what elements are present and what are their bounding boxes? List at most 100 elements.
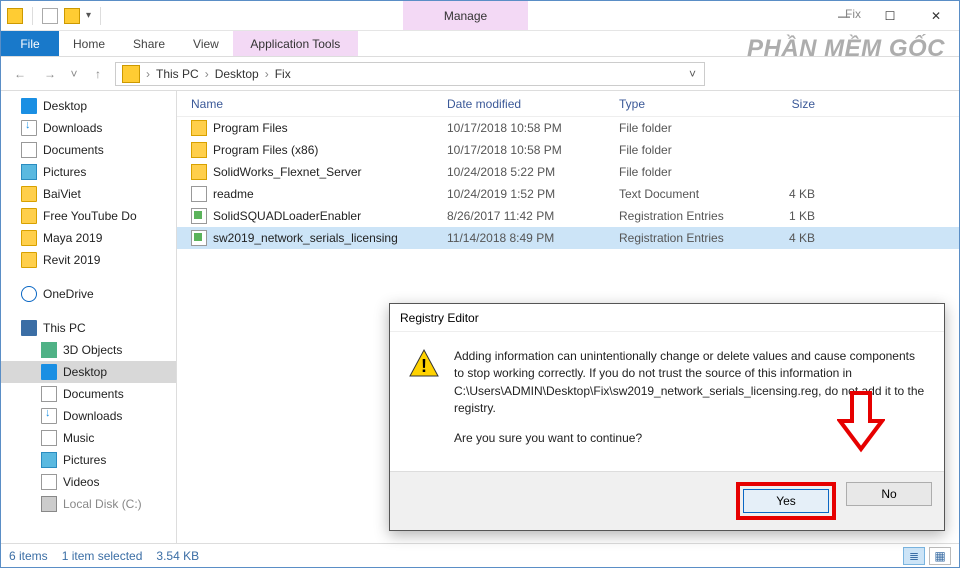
downloads-icon <box>21 120 37 136</box>
disk-icon <box>41 496 57 512</box>
breadcrumb-dropdown-icon[interactable]: ˅ <box>683 67 702 81</box>
tree-freeyt[interactable]: Free YouTube Do <box>1 205 176 227</box>
file-type: Text Document <box>605 187 733 201</box>
nav-tree: Desktop Downloads Documents Pictures Bai… <box>1 91 177 543</box>
column-date[interactable]: Date modified <box>433 97 605 111</box>
videos-icon <box>41 474 57 490</box>
file-type: Registration Entries <box>605 231 733 245</box>
tree-pictures-2[interactable]: Pictures <box>1 449 176 471</box>
file-date: 10/24/2019 1:52 PM <box>433 187 605 201</box>
breadcrumb-desktop[interactable]: Desktop <box>211 67 263 81</box>
dialog-buttons: Yes No <box>390 471 944 530</box>
file-row[interactable]: readme10/24/2019 1:52 PMText Document4 K… <box>177 183 959 205</box>
close-button[interactable]: ✕ <box>913 1 959 31</box>
tree-maya[interactable]: Maya 2019 <box>1 227 176 249</box>
qat-customize-icon[interactable]: ▾ <box>86 10 91 21</box>
context-group-label: Manage <box>444 9 487 23</box>
tree-onedrive[interactable]: OneDrive <box>1 283 176 305</box>
status-item-count: 6 items <box>9 549 48 563</box>
share-tab[interactable]: Share <box>119 31 179 56</box>
column-headers: Name Date modified Type Size <box>177 91 959 117</box>
file-name: sw2019_network_serials_licensing <box>213 231 398 245</box>
view-details-button[interactable]: ≣ <box>903 547 925 565</box>
file-row[interactable]: sw2019_network_serials_licensing 11/14/20… <box>177 227 959 249</box>
tree-downloads[interactable]: Downloads <box>1 117 176 139</box>
file-rows: Program Files10/17/2018 10:58 PMFile fol… <box>177 117 959 249</box>
documents-icon <box>21 142 37 158</box>
file-tab[interactable]: File <box>1 31 59 56</box>
tree-downloads-2[interactable]: Downloads <box>1 405 176 427</box>
red-arrow-annotation <box>837 391 885 453</box>
status-bar: 6 items 1 item selected 3.54 KB ≣ ▦ <box>1 543 959 567</box>
home-tab[interactable]: Home <box>59 31 119 56</box>
breadcrumb-fix[interactable]: Fix <box>271 67 295 81</box>
qat-newfolder-icon[interactable] <box>64 8 80 24</box>
file-name: SolidSQUADLoaderEnabler <box>213 209 361 223</box>
file-size: 4 KB <box>733 231 815 245</box>
dialog-title: Registry Editor <box>390 304 944 332</box>
tree-3d-objects[interactable]: 3D Objects <box>1 339 176 361</box>
nav-back-button[interactable]: ← <box>7 61 33 87</box>
nav-recent-dropdown[interactable]: ˅ <box>67 61 81 87</box>
tree-revit[interactable]: Revit 2019 <box>1 249 176 271</box>
file-date: 10/24/2018 5:22 PM <box>433 165 605 179</box>
tree-desktop-2[interactable]: Desktop <box>1 361 176 383</box>
nav-forward-button[interactable]: → <box>37 61 63 87</box>
maximize-button[interactable]: ☐ <box>867 1 913 31</box>
folder-icon <box>21 230 37 246</box>
nav-up-button[interactable]: ↑ <box>85 61 111 87</box>
file-icon <box>191 164 207 180</box>
yes-button[interactable]: Yes <box>743 489 829 513</box>
desktop-icon <box>21 98 37 114</box>
breadcrumb-sep: › <box>144 67 152 81</box>
pictures-icon <box>41 452 57 468</box>
documents-icon <box>41 386 57 402</box>
onedrive-icon <box>21 286 37 302</box>
application-tools-tab[interactable]: Application Tools <box>233 31 358 56</box>
yes-highlight: Yes <box>736 482 836 520</box>
file-date: 10/17/2018 10:58 PM <box>433 143 605 157</box>
file-row[interactable]: SolidWorks_Flexnet_Server 10/24/2018 5:22… <box>177 161 959 183</box>
3d-objects-icon <box>41 342 57 358</box>
breadcrumb-bar[interactable]: › This PC › Desktop › Fix ˅ <box>115 62 705 86</box>
folder-icon <box>21 252 37 268</box>
tree-documents[interactable]: Documents <box>1 139 176 161</box>
breadcrumb-sep: › <box>263 67 271 81</box>
no-button[interactable]: No <box>846 482 932 506</box>
svg-text:!: ! <box>421 356 427 376</box>
context-tab-group: Manage <box>403 1 528 30</box>
watermark-text: PHẦN MỀM GỐC <box>747 35 945 63</box>
qat-properties-icon[interactable] <box>42 8 58 24</box>
file-row[interactable]: Program Files (x86)10/17/2018 10:58 PMFi… <box>177 139 959 161</box>
tree-videos[interactable]: Videos <box>1 471 176 493</box>
pictures-icon <box>21 164 37 180</box>
column-size[interactable]: Size <box>733 97 815 111</box>
file-date: 11/14/2018 8:49 PM <box>433 231 605 245</box>
desktop-icon <box>41 364 57 380</box>
file-size: 1 KB <box>733 209 815 223</box>
file-icon <box>191 208 207 224</box>
view-large-icons-button[interactable]: ▦ <box>929 547 951 565</box>
column-type[interactable]: Type <box>605 97 733 111</box>
tree-music[interactable]: Music <box>1 427 176 449</box>
file-size: 4 KB <box>733 187 815 201</box>
view-tab[interactable]: View <box>179 31 233 56</box>
tree-pictures[interactable]: Pictures <box>1 161 176 183</box>
file-name: SolidWorks_Flexnet_Server <box>213 165 362 179</box>
tree-baiviet[interactable]: BaiViet <box>1 183 176 205</box>
folder-icon <box>21 208 37 224</box>
file-date: 8/26/2017 11:42 PM <box>433 209 605 223</box>
status-selected-size: 3.54 KB <box>156 549 199 563</box>
file-row[interactable]: Program Files10/17/2018 10:58 PMFile fol… <box>177 117 959 139</box>
breadcrumb-this-pc[interactable]: This PC <box>152 67 203 81</box>
column-name[interactable]: Name <box>177 97 433 111</box>
tree-desktop[interactable]: Desktop <box>1 95 176 117</box>
tree-documents-2[interactable]: Documents <box>1 383 176 405</box>
tree-local-disk[interactable]: Local Disk (C:) <box>1 493 176 515</box>
tree-this-pc[interactable]: This PC <box>1 317 176 339</box>
file-row[interactable]: SolidSQUADLoaderEnabler 8/26/2017 11:42 P… <box>177 205 959 227</box>
file-type: Registration Entries <box>605 209 733 223</box>
folder-icon <box>21 186 37 202</box>
file-icon <box>191 142 207 158</box>
warning-icon: ! <box>408 348 440 380</box>
